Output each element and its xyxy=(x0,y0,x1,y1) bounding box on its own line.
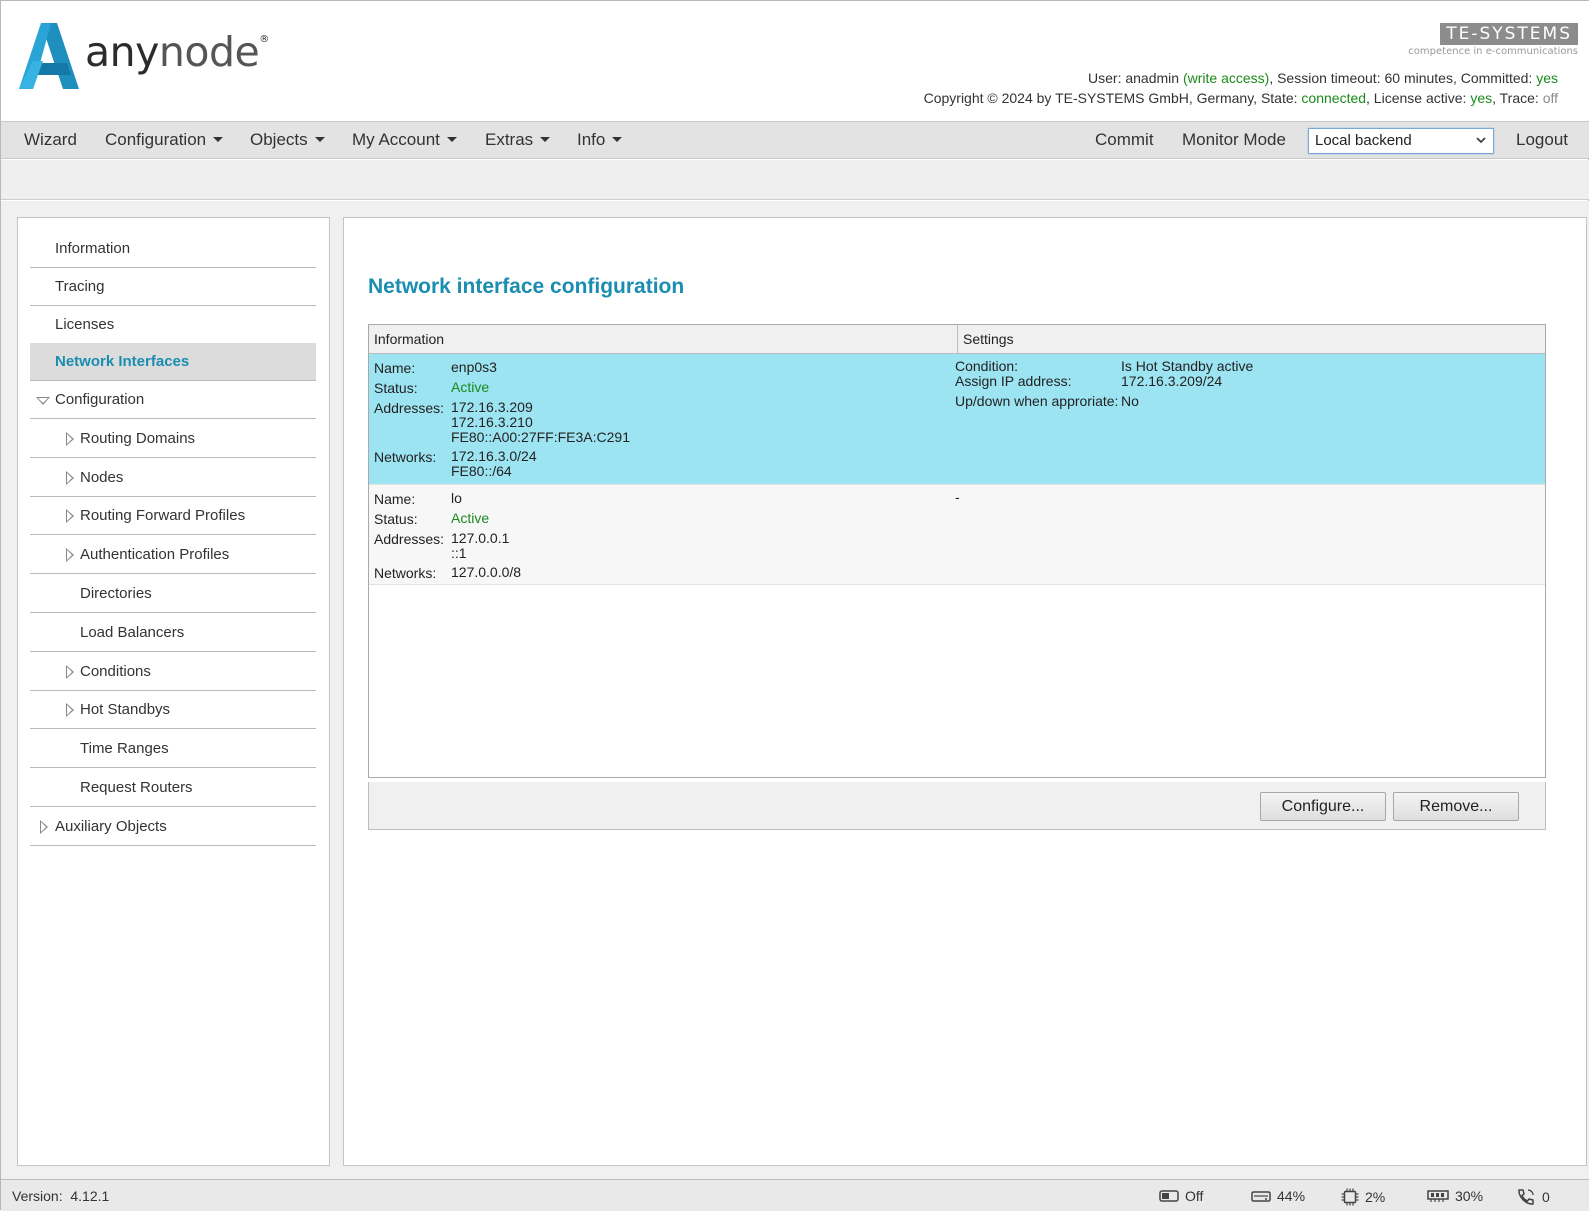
sidebar-item-licenses[interactable]: Licenses xyxy=(30,306,316,344)
sidebar-item-nodes[interactable]: Nodes xyxy=(30,459,316,497)
access-level: (write access) xyxy=(1182,70,1270,86)
collapsed-triangle-icon xyxy=(66,432,74,446)
column-header-settings[interactable]: Settings xyxy=(958,325,1545,353)
logout-button[interactable]: Logout xyxy=(1516,122,1568,158)
interfaces-table: Information Settings Name: enp0s3 Status:… xyxy=(368,324,1546,778)
anynode-logo: anynode® xyxy=(19,23,269,89)
disk-icon xyxy=(1251,1191,1271,1202)
expanded-triangle-icon xyxy=(36,397,50,405)
collapsed-triangle-icon xyxy=(66,548,74,562)
chevron-down-icon xyxy=(213,137,224,143)
collapsed-triangle-icon xyxy=(40,820,48,834)
anynode-logo-icon xyxy=(19,23,79,89)
commit-button[interactable]: Commit xyxy=(1095,122,1154,158)
te-systems-logo-text: TE-SYSTEMS xyxy=(1440,23,1578,45)
sidebar-item-routing-domains[interactable]: Routing Domains xyxy=(30,420,316,458)
connection-state: connected xyxy=(1301,90,1367,106)
page-title: Network interface configuration xyxy=(368,275,685,298)
chevron-down-icon xyxy=(446,137,457,143)
sidebar-item-network-interfaces[interactable]: Network Interfaces xyxy=(30,343,316,381)
cpu-icon xyxy=(1341,1188,1359,1206)
sidebar-item-directories[interactable]: Directories xyxy=(30,575,316,613)
column-header-information[interactable]: Information xyxy=(369,325,958,353)
menu-wizard[interactable]: Wizard xyxy=(24,122,77,158)
version-number: 4.12.1 xyxy=(70,1188,110,1204)
sidebar: Information Tracing Licenses Network Int… xyxy=(17,217,330,1166)
copyright-info: Copyright © 2024 by TE-SYSTEMS GmbH, Ger… xyxy=(923,90,1558,106)
app-window: anynode® TE-SYSTEMS competence in e-comm… xyxy=(0,0,1589,1211)
session-info: User: anadmin (write access), Session ti… xyxy=(1088,70,1558,86)
remove-button[interactable]: Remove... xyxy=(1393,792,1519,821)
monitor-status: Off xyxy=(1159,1188,1203,1204)
memory-icon xyxy=(1427,1190,1449,1202)
committed-state: yes xyxy=(1536,70,1558,86)
table-row[interactable]: Name: lo Status: Active Addresses: 127.0.0… xyxy=(369,485,1545,585)
table-actions: Configure... Remove... xyxy=(368,782,1546,830)
monitor-mode-button[interactable]: Monitor Mode xyxy=(1182,122,1286,158)
disk-usage: 44% xyxy=(1251,1188,1305,1204)
table-row[interactable]: Name: enp0s3 Status: Active Addresses: 172… xyxy=(369,354,1545,485)
collapsed-triangle-icon xyxy=(66,665,74,679)
te-systems-logo: TE-SYSTEMS competence in e-communication… xyxy=(1408,23,1578,57)
header: anynode® TE-SYSTEMS competence in e-comm… xyxy=(1,1,1589,121)
sidebar-item-configuration[interactable]: Configuration xyxy=(30,381,316,419)
phone-icon xyxy=(1518,1189,1534,1205)
sidebar-item-load-balancers[interactable]: Load Balancers xyxy=(30,614,316,652)
table-header: Information Settings xyxy=(369,325,1545,354)
sidebar-item-routing-forward-profiles[interactable]: Routing Forward Profiles xyxy=(30,497,316,535)
memory-usage: 30% xyxy=(1427,1188,1483,1204)
backend-select[interactable]: Local backend xyxy=(1308,128,1494,154)
trace-state: off xyxy=(1542,90,1558,106)
toolbar-strip xyxy=(1,160,1589,200)
license-state: yes xyxy=(1470,90,1493,106)
monitor-toggle-icon xyxy=(1159,1190,1179,1202)
cpu-usage: 2% xyxy=(1341,1188,1385,1206)
anynode-wordmark: anynode® xyxy=(85,28,269,76)
menu-my-account[interactable]: My Account xyxy=(352,122,457,158)
sidebar-item-time-ranges[interactable]: Time Ranges xyxy=(30,730,316,768)
collapsed-triangle-icon xyxy=(66,509,74,523)
te-systems-tagline: competence in e-communications xyxy=(1408,46,1578,57)
chevron-down-icon xyxy=(1476,137,1486,144)
user-name: anadmin xyxy=(1125,70,1180,86)
version-info: Version: 4.12.1 xyxy=(12,1188,110,1204)
menu-objects[interactable]: Objects xyxy=(250,122,325,158)
active-calls: 0 xyxy=(1516,1188,1550,1206)
chevron-down-icon xyxy=(540,137,551,143)
sidebar-item-authentication-profiles[interactable]: Authentication Profiles xyxy=(30,536,316,574)
sidebar-item-information[interactable]: Information xyxy=(30,230,316,268)
content-panel: Network interface configuration Informat… xyxy=(343,217,1587,1166)
collapsed-triangle-icon xyxy=(66,471,74,485)
menu-extras[interactable]: Extras xyxy=(485,122,551,158)
chevron-down-icon xyxy=(314,137,325,143)
sidebar-item-conditions[interactable]: Conditions xyxy=(30,653,316,691)
chevron-down-icon xyxy=(612,137,623,143)
sidebar-item-request-routers[interactable]: Request Routers xyxy=(30,769,316,807)
sidebar-item-tracing[interactable]: Tracing xyxy=(30,268,316,306)
status-bar: Version: 4.12.1 Off 44% 2% 30% 0 xyxy=(1,1179,1589,1211)
menu-info[interactable]: Info xyxy=(577,122,623,158)
main-menu-bar: Wizard Configuration Objects My Account … xyxy=(1,121,1589,159)
menu-configuration[interactable]: Configuration xyxy=(105,122,224,158)
collapsed-triangle-icon xyxy=(66,703,74,717)
sidebar-item-auxiliary-objects[interactable]: Auxiliary Objects xyxy=(30,808,316,846)
configure-button[interactable]: Configure... xyxy=(1260,792,1386,821)
sidebar-item-hot-standbys[interactable]: Hot Standbys xyxy=(30,691,316,729)
